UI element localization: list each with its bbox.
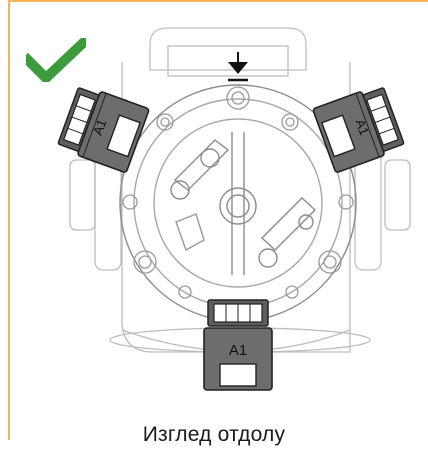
connector-left: A1 — [55, 82, 151, 174]
connector-bottom-label: A1 — [229, 342, 247, 359]
connector-bottom: A1 — [203, 299, 273, 391]
caption: Изглед отдолу — [142, 423, 286, 446]
check-icon — [26, 38, 86, 82]
